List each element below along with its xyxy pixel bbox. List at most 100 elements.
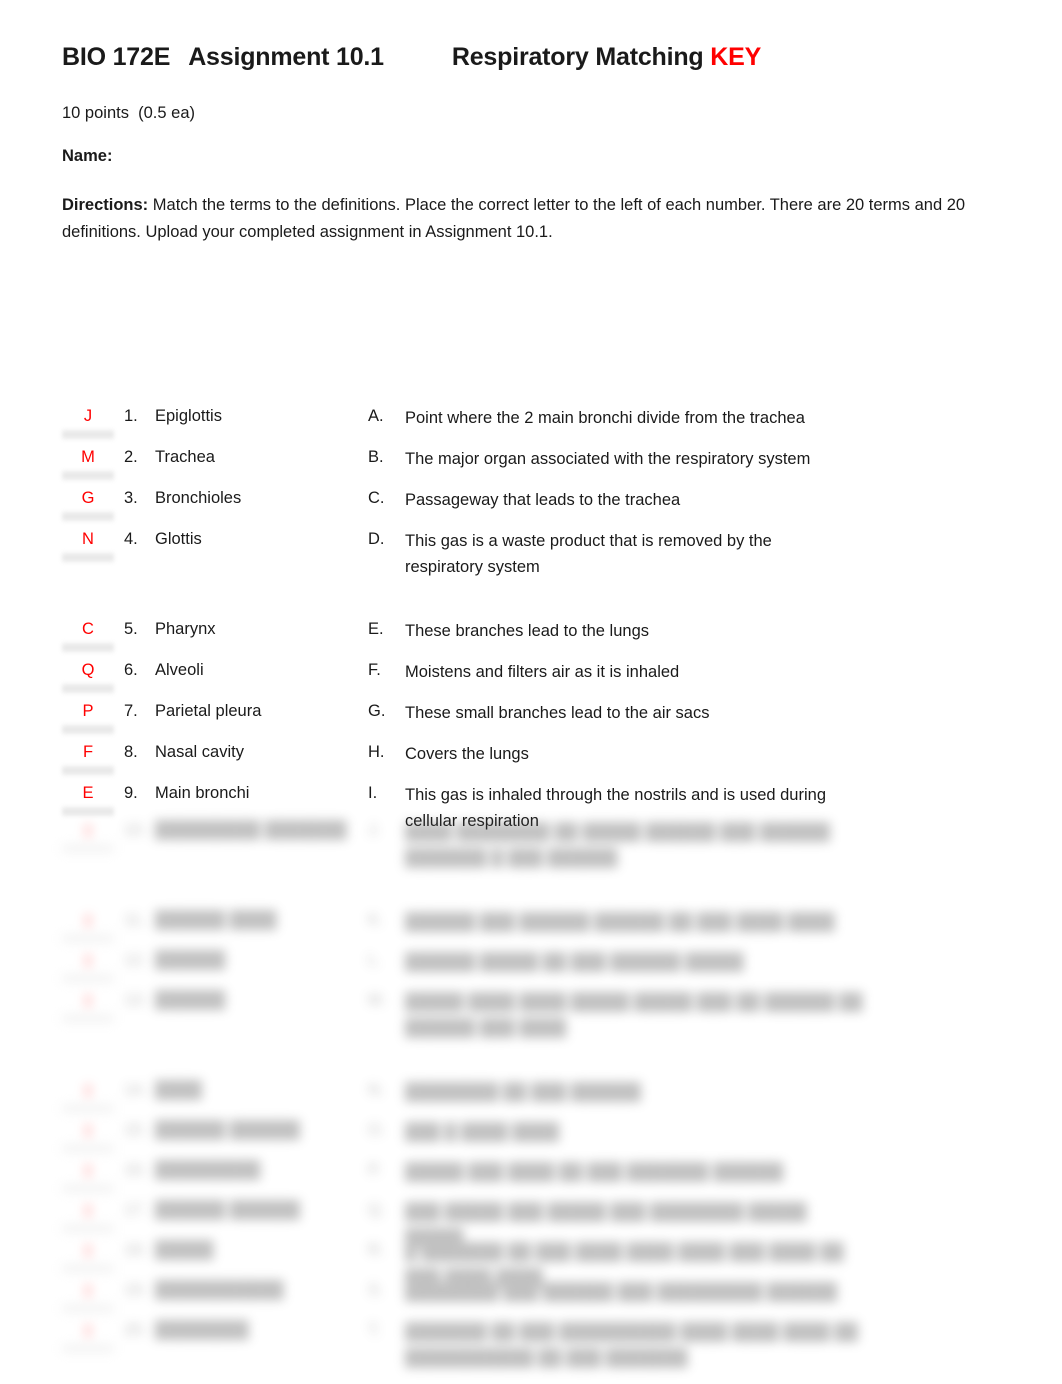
blank-underline [62, 1103, 114, 1113]
match-row: ▮ 18. █████ R. █ ███████ ██ ███ ████ ███… [0, 1238, 1062, 1287]
answer-blank[interactable]: N [62, 529, 114, 562]
answer-letter: ▮ [83, 1081, 93, 1099]
blank-underline [62, 470, 114, 480]
term-label: ██████ ██████ [155, 1201, 300, 1219]
term-number: 12. [124, 951, 147, 969]
answer-blank[interactable]: ▮ [62, 1160, 114, 1193]
term-label: Nasal cavity [155, 743, 244, 761]
term-number: 4. [124, 530, 138, 548]
obscured-matching-list: ▮ 10. █████████ ███████ J. ████ ████████… [0, 818, 1062, 1377]
directions-paragraph: Directions: Match the terms to the defin… [62, 192, 977, 245]
answer-blank[interactable]: ▮ [62, 1240, 114, 1273]
match-row: ▮ 16. █████████ P. █████ ███ ████ ██ ███… [0, 1158, 1062, 1198]
answer-letter: ▮ [83, 1321, 93, 1339]
answer-blank[interactable]: F [62, 742, 114, 775]
definition-text: The major organ associated with the resp… [405, 450, 811, 468]
match-row: G 3. Bronchioles C. Passageway that lead… [0, 486, 1062, 527]
definition-text: ███ █ ████ ████ [405, 1123, 560, 1141]
term-label: ██████ [155, 951, 226, 969]
term-label: Bronchioles [155, 489, 242, 507]
document-header: BIO 172E Assignment 10.1 Respiratory Match… [62, 42, 982, 72]
answer-letter: J [83, 407, 93, 425]
answer-blank[interactable]: ▮ [62, 1080, 114, 1113]
term-number: 14. [124, 1081, 147, 1099]
answer-blank[interactable]: P [62, 701, 114, 734]
name-field-label: Name: [62, 147, 113, 165]
match-row: P 7. Parietal pleura G. These small bran… [0, 699, 1062, 740]
definition-text: ███████ ██ ███ ██████████ ████ ████ ████… [405, 1323, 858, 1367]
blank-underline [62, 724, 114, 734]
definition-letter: N. [368, 1081, 385, 1099]
term-label: Epiglottis [155, 407, 222, 425]
match-row: C 5. Pharynx E. These branches lead to t… [0, 617, 1062, 658]
definition-text: █████ ████ ████ █████ █████ ███ ██ █████… [405, 993, 863, 1037]
answer-blank[interactable]: ▮ [62, 1200, 114, 1233]
match-row: E 9. Main bronchi I. This gas is inhaled… [0, 781, 1062, 839]
term-number: 20. [124, 1321, 147, 1339]
definition-letter: P. [368, 1161, 382, 1179]
term-number: 5. [124, 620, 138, 638]
definition-letter: O. [368, 1121, 386, 1139]
answer-letter: Q [81, 661, 95, 679]
term-cell: G 3. Bronchioles [62, 486, 352, 527]
directions-text: Match the terms to the definitions. Plac… [62, 196, 966, 241]
term-label: ████ [155, 1081, 202, 1099]
definition-text: ██████ ███ ██████ ██████ ██ ███ ████ ███… [405, 913, 835, 931]
answer-letter: ▮ [83, 1241, 93, 1259]
term-label: ████████ [155, 1321, 249, 1339]
blank-underline [62, 973, 114, 983]
term-label: Main bronchi [155, 784, 250, 802]
match-row: ▮ 20. ████████ T. ███████ ██ ███ ███████… [0, 1318, 1062, 1384]
term-cell: ▮ 19. ███████████ [62, 1278, 352, 1318]
blank-underline [62, 1183, 114, 1193]
match-row: N 4. Glottis D. This gas is a waste prod… [0, 527, 1062, 593]
answer-blank[interactable]: G [62, 488, 114, 521]
answer-blank[interactable]: M [62, 447, 114, 480]
answer-blank[interactable]: ▮ [62, 910, 114, 943]
term-number: 18. [124, 1241, 147, 1259]
answer-blank[interactable]: ▮ [62, 990, 114, 1023]
term-cell: P 7. Parietal pleura [62, 699, 352, 740]
term-number: 15. [124, 1121, 147, 1139]
term-label: Alveoli [155, 661, 204, 679]
term-label: ██████ ████ [155, 911, 277, 929]
term-cell: C 5. Pharynx [62, 617, 352, 658]
definition-text: These branches lead to the lungs [405, 622, 649, 640]
definition-text: █ ███████ ██ ███ ████ ████ ████ ███ ████… [405, 1243, 844, 1287]
blank-underline [62, 1013, 114, 1023]
definition-letter: Q. [368, 1201, 386, 1219]
term-number: 13. [124, 991, 147, 1009]
answer-blank[interactable]: ▮ [62, 950, 114, 983]
answer-blank[interactable]: C [62, 619, 114, 652]
document-page: BIO 172E Assignment 10.1 Respiratory Match… [0, 0, 1062, 1377]
definition-letter: I. [368, 784, 378, 802]
match-row: ▮ 11. ██████ ████ K. ██████ ███ ██████ █… [0, 908, 1062, 948]
term-label: █████ [155, 1241, 214, 1259]
term-number: 3. [124, 489, 138, 507]
answer-blank[interactable]: J [62, 406, 114, 439]
term-cell: J 1. Epiglottis [62, 404, 352, 445]
blank-underline [62, 1343, 114, 1353]
match-row: M 2. Trachea B. The major organ associat… [0, 445, 1062, 486]
term-cell: N 4. Glottis [62, 527, 352, 593]
term-number: 17. [124, 1201, 147, 1219]
term-cell: F 8. Nasal cavity [62, 740, 352, 781]
answer-letter: ▮ [83, 911, 93, 929]
definition-letter: G. [368, 702, 386, 720]
answer-letter: ▮ [83, 951, 93, 969]
definition-text: This gas is a waste product that is remo… [405, 532, 772, 576]
answer-letter: ▮ [83, 1281, 93, 1299]
answer-blank[interactable]: ▮ [62, 1280, 114, 1313]
blank-underline [62, 429, 114, 439]
answer-blank[interactable]: E [62, 783, 114, 816]
definition-letter: C. [368, 489, 385, 507]
term-label: █████████ [155, 1161, 261, 1179]
term-cell: ▮ 15. ██████ ██████ [62, 1118, 352, 1158]
answer-blank[interactable]: ▮ [62, 1120, 114, 1153]
answer-letter: ▮ [83, 1161, 93, 1179]
definition-text: Passageway that leads to the trachea [405, 491, 681, 509]
match-row: ▮ 19. ███████████ S. ████████ ███ ██████… [0, 1278, 1062, 1318]
answer-blank[interactable]: Q [62, 660, 114, 693]
answer-blank[interactable]: ▮ [62, 1320, 114, 1353]
